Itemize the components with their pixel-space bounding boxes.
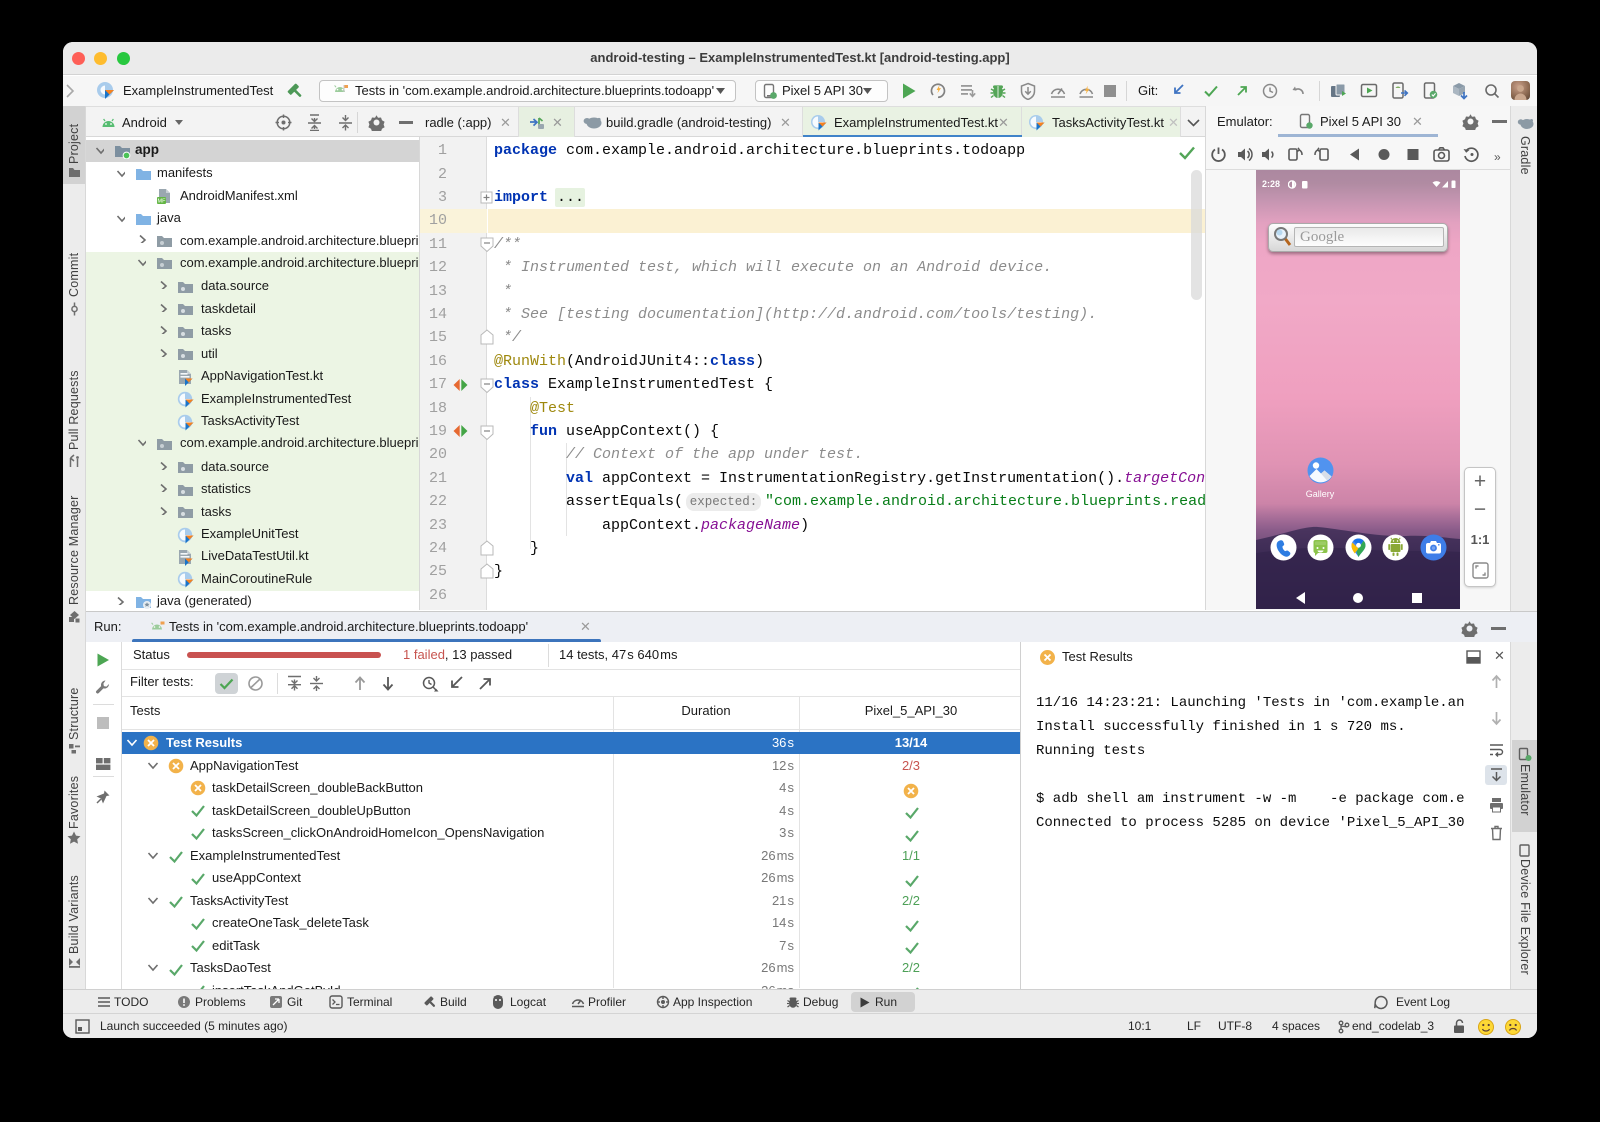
svg-text:MF: MF [158,198,167,204]
